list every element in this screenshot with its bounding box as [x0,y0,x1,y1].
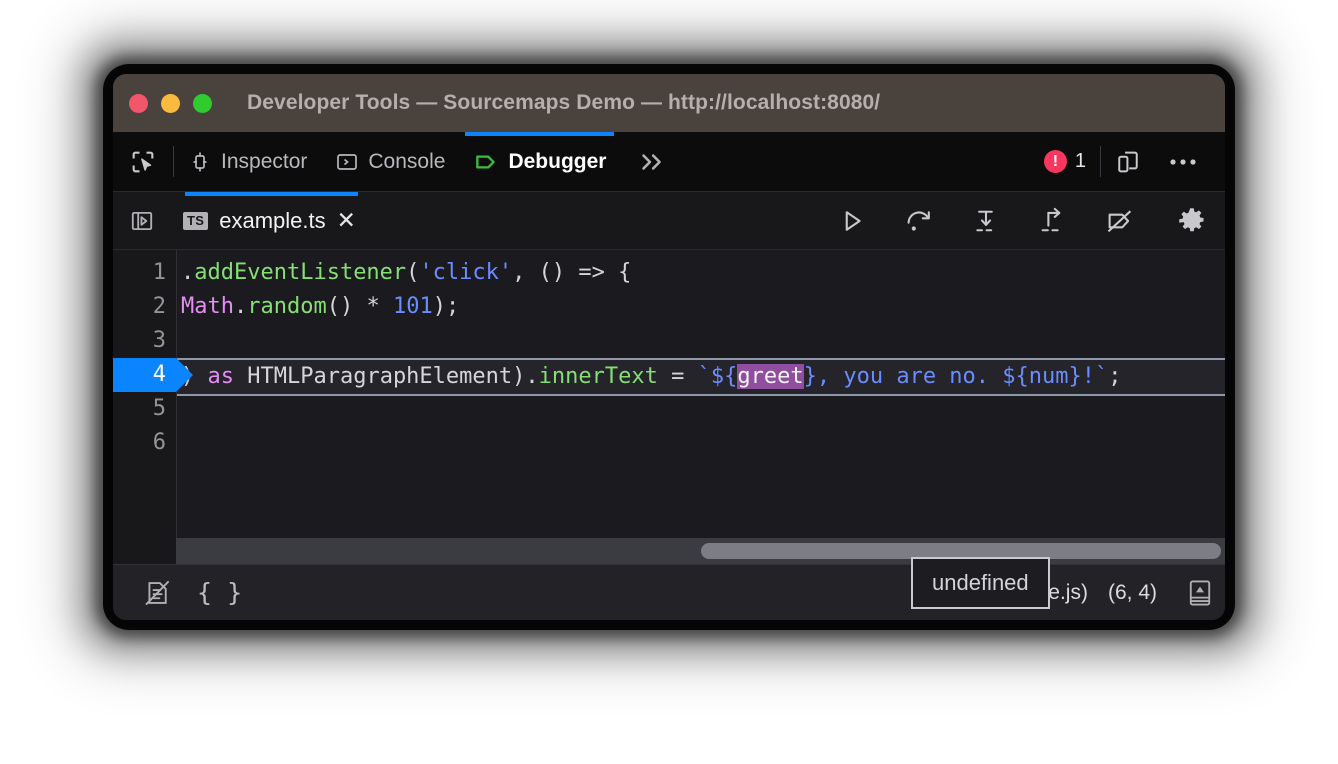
element-picker-button[interactable] [113,132,173,191]
file-tab-example-ts[interactable]: TS example.ts ✕ [171,192,372,249]
code-token: , () => { [512,260,631,285]
toggle-sources-pane-icon [129,208,155,234]
debugger-controls [818,192,1225,249]
code-line-empty [177,396,1225,430]
toggle-sources-pane-button[interactable] [113,192,171,249]
step-out-button[interactable] [1019,207,1086,235]
resume-button[interactable] [818,207,885,235]
horizontal-scrollbar[interactable] [176,538,1225,564]
code-line: Math.random() * 101); [177,290,1225,324]
play-triangle-icon [838,207,866,235]
breakpoint-slash-icon [1105,207,1135,235]
highlighted-variable-greet[interactable]: greet [737,364,803,389]
code-token: addEventListener [194,260,406,285]
prettyprint-button[interactable] [131,579,183,607]
toolbar-overflow-button[interactable] [620,132,682,191]
step-over-button[interactable] [885,207,952,235]
line-number: 5 [113,392,176,426]
code-token: random [247,294,326,319]
step-in-button[interactable] [952,207,1019,235]
close-icon[interactable]: ✕ [337,209,356,232]
code-token: () [327,294,367,319]
titlebar: Developer Tools — Sourcemaps Demo — http… [113,74,1225,132]
close-window-button[interactable] [129,94,148,113]
code-token: ; [1108,364,1121,389]
debugger-settings-button[interactable] [1158,206,1225,236]
devtools-window: Developer Tools — Sourcemaps Demo — http… [113,74,1225,620]
error-count-label: 1 [1075,150,1086,173]
code-token: * [366,294,379,319]
code-content[interactable]: .addEventListener('click', () => { Math.… [176,250,1225,564]
typescript-badge: TS [183,212,208,230]
code-token [380,294,393,319]
chevron-double-right-icon [636,149,666,175]
code-token: `${ [698,364,738,389]
tab-inspector[interactable]: Inspector [174,132,321,191]
code-token: }, you are no. ${num}!` [804,364,1109,389]
toggle-split-console-icon [1187,578,1213,608]
devtools-more-options-button[interactable] [1155,157,1211,167]
maximize-window-button[interactable] [193,94,212,113]
tab-inspector-label: Inspector [221,150,307,174]
code-token: ( [406,260,419,285]
code-line-paused: ) as HTMLParagraphElement).innerText = `… [177,358,1225,396]
error-count-badge[interactable]: ! 1 [1044,150,1086,173]
gear-icon [1177,206,1207,236]
code-token: 'click' [419,260,512,285]
code-token: . [525,364,538,389]
element-picker-icon [129,148,157,176]
window-controls [129,94,212,113]
tab-debugger[interactable]: Debugger [459,132,620,191]
code-token: . [234,294,247,319]
code-token: as [208,364,235,389]
line-number: 1 [113,256,176,290]
step-in-down-arrow-icon [971,207,1001,235]
window-title: Developer Tools — Sourcemaps Demo — http… [247,91,880,115]
line-number: 3 [113,324,176,358]
line-number-paused[interactable]: 4 [113,358,176,392]
responsive-design-mode-button[interactable] [1101,148,1155,176]
responsive-design-mode-icon [1114,148,1142,176]
variable-value-tooltip: undefined [911,557,1050,609]
code-line: .addEventListener('click', () => { [177,256,1225,290]
statusbar: { } (From example.js) (6, 4) [113,564,1225,620]
line-number: 2 [113,290,176,324]
tab-console-label: Console [368,150,445,174]
minimize-window-button[interactable] [161,94,180,113]
code-line-empty [177,430,1225,464]
code-token: ); [433,294,460,319]
line-number: 6 [113,426,176,460]
code-token: 101 [393,294,433,319]
tab-console[interactable]: Console [321,132,459,191]
deactivate-breakpoints-button[interactable] [1086,207,1153,235]
toggle-split-console-button[interactable] [1177,578,1213,608]
prettyprint-disabled-icon [143,579,171,607]
code-token: HTMLParagraphElement) [234,364,525,389]
console-icon [335,150,359,174]
code-line-empty [177,324,1225,358]
code-token: . [181,260,194,285]
tab-debugger-label: Debugger [508,150,606,174]
devtools-toolbar: Inspector Console [113,132,1225,192]
code-token: = [658,364,698,389]
more-options-icon [1168,157,1198,167]
source-editor: 1 2 3 4 5 6 .addEventListener('click', (… [113,250,1225,564]
error-exclamation-icon: ! [1044,150,1067,173]
toolbar-right-group: ! 1 [1044,132,1225,191]
code-token: innerText [539,364,658,389]
debugger-icon [473,149,499,175]
panel-tabs: Inspector Console [113,132,682,191]
step-out-up-arrow-icon [1038,207,1068,235]
debugger-toolbar: TS example.ts ✕ [113,192,1225,250]
screenshot-root: Developer Tools — Sourcemaps Demo — http… [0,0,1338,764]
line-number-gutter: 1 2 3 4 5 6 [113,250,176,564]
code-token: Math [181,294,234,319]
source-map-braces-button[interactable]: { } [183,578,256,607]
cursor-position-label: (6, 4) [1108,581,1157,605]
inspector-icon [188,150,212,174]
step-over-arc-icon [904,207,934,235]
file-tab-label: example.ts [219,208,325,234]
